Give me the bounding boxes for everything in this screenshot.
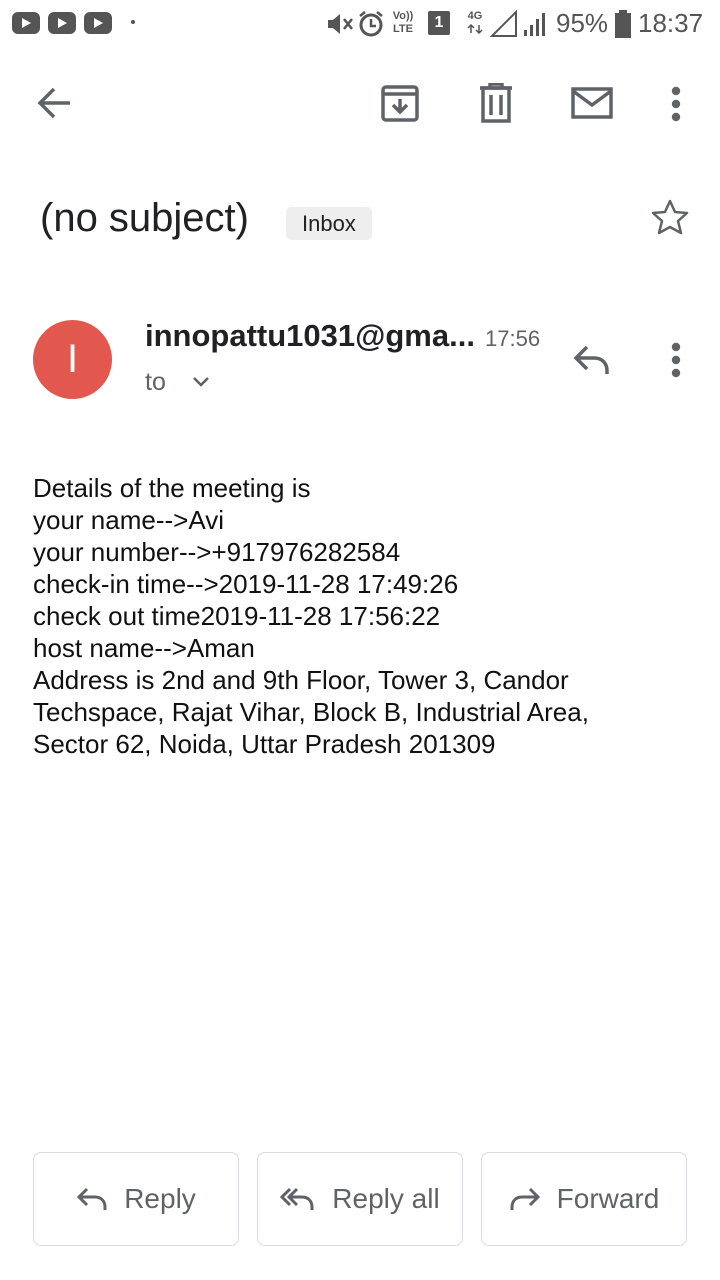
- delete-icon[interactable]: [479, 83, 513, 123]
- volte-label: Vo)): [392, 10, 414, 22]
- body-line: check out time2019-11-28 17:56:22: [33, 601, 441, 631]
- network-type-label: 4G: [467, 10, 483, 22]
- sender-address[interactable]: innopattu1031@gma...: [145, 318, 475, 354]
- body-line: check-in time-->2019-11-28 17:49:26: [33, 569, 459, 599]
- battery-percent: 95%: [556, 8, 609, 38]
- more-notifications-dot-icon: [131, 20, 135, 24]
- chevron-down-icon[interactable]: [192, 376, 210, 388]
- status-clock: 18:37: [638, 8, 704, 38]
- recipients-label[interactable]: to: [145, 368, 166, 397]
- body-line[interactable]: your number-->+917976282584: [33, 536, 683, 568]
- email-time: 17:56: [485, 326, 541, 351]
- reply-icon: [77, 1187, 107, 1210]
- youtube-notification-icon: [12, 12, 40, 34]
- star-icon[interactable]: [650, 198, 690, 238]
- youtube-notification-icon: [84, 12, 112, 34]
- body-line: Techspace, Rajat Vihar, Block B, Industr…: [33, 697, 589, 727]
- reply-icon[interactable]: [573, 344, 611, 376]
- sender-avatar[interactable]: I: [33, 320, 112, 399]
- reply-button[interactable]: Reply: [33, 1152, 239, 1246]
- forward-icon: [510, 1187, 540, 1210]
- alarm-icon: [359, 11, 383, 37]
- forward-button[interactable]: Forward: [481, 1152, 687, 1246]
- sim-slot-badge: 1: [428, 11, 450, 35]
- body-line: host name-->Aman: [33, 633, 255, 663]
- body-line: Sector 62, Noida, Uttar Pradesh 201309: [33, 729, 496, 759]
- reply-all-button-label: Reply all: [332, 1183, 440, 1214]
- email-subject: (no subject): [40, 196, 249, 240]
- status-bar: Vo)) LTE 1 4G 95% 18:37: [0, 0, 720, 50]
- lte-label: LTE: [393, 23, 413, 35]
- reply-all-button[interactable]: Reply all: [257, 1152, 463, 1246]
- more-vert-icon[interactable]: [670, 86, 682, 122]
- data-arrows-icon: [467, 24, 483, 34]
- inbox-label-chip[interactable]: Inbox: [286, 207, 372, 240]
- message-more-vert-icon[interactable]: [670, 342, 682, 378]
- mark-unread-icon[interactable]: [571, 87, 613, 119]
- mute-icon: [328, 14, 353, 34]
- body-line: your name-->Avi: [33, 505, 224, 535]
- youtube-notification-icon: [48, 12, 76, 34]
- body-line: Details of the meeting is: [33, 473, 311, 503]
- body-line: Address is 2nd and 9th Floor, Tower 3, C…: [33, 665, 569, 695]
- reply-button-label: Reply: [124, 1183, 196, 1214]
- reply-all-icon: [280, 1187, 314, 1210]
- cell-signal-icon: [524, 13, 545, 36]
- wifi-signal-empty-icon: [490, 10, 517, 37]
- archive-icon[interactable]: [381, 84, 419, 122]
- back-arrow-icon[interactable]: [36, 85, 74, 121]
- email-body: Details of the meeting is your name-->Av…: [33, 472, 683, 760]
- battery-icon: [615, 10, 631, 38]
- forward-button-label: Forward: [556, 1183, 660, 1214]
